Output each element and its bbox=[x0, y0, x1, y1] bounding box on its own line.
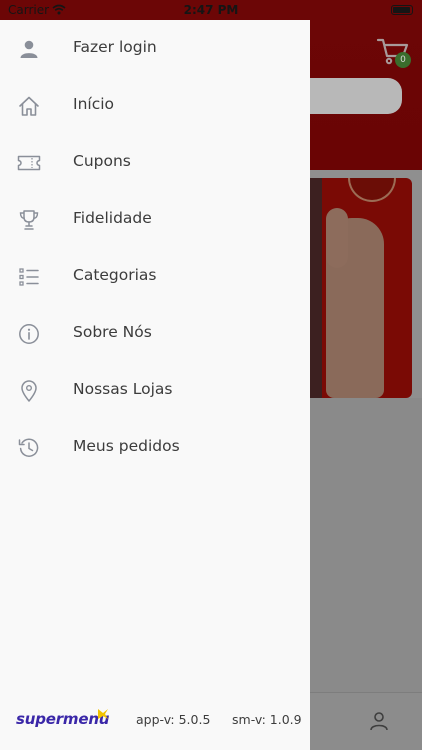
banner-thumb-image bbox=[326, 208, 348, 268]
menu-item-label: Fazer login bbox=[73, 38, 157, 56]
profile-tab-icon[interactable] bbox=[369, 711, 389, 731]
user-icon bbox=[17, 37, 41, 61]
menu-item-label: Categorias bbox=[73, 266, 157, 284]
home-icon bbox=[17, 94, 41, 118]
banner-sticker bbox=[348, 178, 396, 202]
promo-banner[interactable] bbox=[300, 178, 412, 398]
menu-item-coupons[interactable]: Cupons bbox=[0, 134, 310, 191]
battery-icon bbox=[391, 5, 413, 15]
history-icon bbox=[17, 436, 41, 460]
menu-item-label: Sobre Nós bbox=[73, 323, 152, 341]
location-pin-icon bbox=[17, 379, 41, 403]
status-time: 2:47 PM bbox=[183, 3, 239, 17]
menu-item-about[interactable]: Sobre Nós bbox=[0, 305, 310, 362]
list-icon bbox=[17, 265, 41, 289]
cart-count-badge: 0 bbox=[395, 52, 411, 68]
status-bar: Carrier 2:47 PM bbox=[0, 0, 422, 20]
menu-item-label: Início bbox=[73, 95, 115, 113]
menu-item-login[interactable]: Fazer login bbox=[0, 20, 310, 77]
navigation-drawer: Fazer login Início Cupons Fidelidade Cat… bbox=[0, 20, 310, 750]
menu-item-home[interactable]: Início bbox=[0, 77, 310, 134]
menu-item-label: Nossas Lojas bbox=[73, 380, 173, 398]
supermenu-logo: supermenu bbox=[16, 710, 110, 728]
menu-item-label: Meus pedidos bbox=[73, 437, 180, 455]
menu-item-categories[interactable]: Categorias bbox=[0, 248, 310, 305]
menu-item-label: Fidelidade bbox=[73, 209, 152, 227]
ticket-icon bbox=[17, 151, 41, 175]
brand-star-icon bbox=[98, 709, 108, 719]
trophy-icon bbox=[17, 208, 41, 232]
menu-item-stores[interactable]: Nossas Lojas bbox=[0, 362, 310, 419]
app-version: app-v: 5.0.5 bbox=[136, 712, 211, 727]
menu-item-orders[interactable]: Meus pedidos bbox=[0, 419, 310, 476]
drawer-footer: supermenu app-v: 5.0.5 sm-v: 1.0.9 bbox=[0, 709, 310, 738]
info-icon bbox=[17, 322, 41, 346]
sm-version: sm-v: 1.0.9 bbox=[232, 712, 302, 727]
menu-item-label: Cupons bbox=[73, 152, 131, 170]
menu-item-loyalty[interactable]: Fidelidade bbox=[0, 191, 310, 248]
